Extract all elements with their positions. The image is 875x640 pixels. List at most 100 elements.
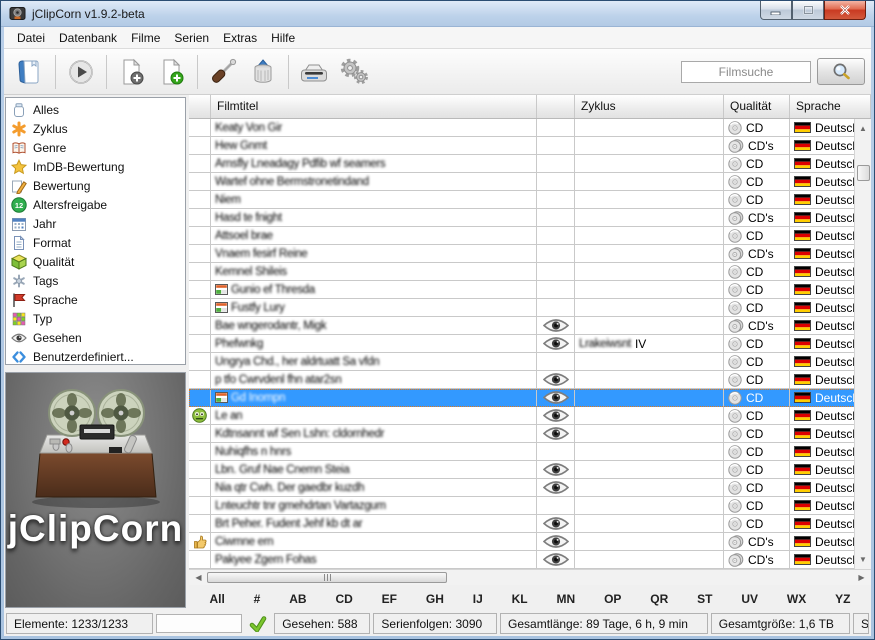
header-col-marker[interactable] bbox=[189, 95, 211, 118]
table-row[interactable]: NiemCDDeutsch bbox=[189, 191, 871, 209]
alphabet-filter-gh[interactable]: GH bbox=[426, 592, 444, 606]
sidebar-item-format[interactable]: Format bbox=[6, 233, 185, 252]
tools-button[interactable] bbox=[203, 53, 243, 91]
alphabet-filter-kl[interactable]: KL bbox=[512, 592, 528, 606]
header-col-viewed[interactable] bbox=[537, 95, 575, 118]
quality-label: CD bbox=[746, 391, 763, 405]
toolbar-separator bbox=[106, 55, 107, 89]
minimize-button[interactable] bbox=[760, 1, 792, 20]
scroll-left-arrow[interactable]: ◀ bbox=[191, 571, 206, 584]
sidebar-item-benutzerdefiniert[interactable]: Benutzerdefiniert... bbox=[6, 347, 185, 365]
table-row[interactable]: Wartef ohne BermstronetindandCDDeutsch bbox=[189, 173, 871, 191]
table-row[interactable]: Hew GnmtCD'sDeutsch bbox=[189, 137, 871, 155]
sidebar-item-qualitt[interactable]: Qualität bbox=[6, 252, 185, 271]
close-button[interactable] bbox=[824, 1, 866, 20]
table-row[interactable]: Gunio ef ThresdaCDDeutsch bbox=[189, 281, 871, 299]
table-row[interactable]: Lbn. Gruf Nae Cnemn SteiaCDDeutsch bbox=[189, 461, 871, 479]
table-row[interactable]: Bae wngerodantr, MigkCD'sDeutsch bbox=[189, 317, 871, 335]
table-row[interactable]: Keaty Von GirCDDeutsch bbox=[189, 119, 871, 137]
horizontal-scroll-thumb[interactable] bbox=[207, 572, 447, 583]
sidebar-item-imdbbewertung[interactable]: ImDB-Bewertung bbox=[6, 157, 185, 176]
sidebar-item-altersfreigabe[interactable]: 12Altersfreigabe bbox=[6, 195, 185, 214]
sidebar-item-gesehen[interactable]: Gesehen bbox=[6, 328, 185, 347]
alphabet-filter-st[interactable]: ST bbox=[697, 592, 712, 606]
table-row[interactable]: Lnteuchtr tnr gmehdrtan VartazgumCDDeuts… bbox=[189, 497, 871, 515]
language-label: Deutsch bbox=[815, 409, 859, 423]
sidebar-item-jahr[interactable]: Jahr bbox=[6, 214, 185, 233]
add-series-button[interactable] bbox=[152, 53, 192, 91]
table-row[interactable]: Attsoel braeCDDeutsch bbox=[189, 227, 871, 245]
header-col-filmtitel[interactable]: Filmtitel bbox=[211, 95, 537, 118]
cd-icon bbox=[728, 319, 744, 333]
table-row[interactable]: Hasd te fnightCD'sDeutsch bbox=[189, 209, 871, 227]
sidebar-item-bewertung[interactable]: Bewertung bbox=[6, 176, 185, 195]
table-row[interactable]: Nuhiqfhs n hnrsCDDeutsch bbox=[189, 443, 871, 461]
table-row[interactable]: Arnsfly Lneadagy Pdfib wf seamersCDDeuts… bbox=[189, 155, 871, 173]
table-row[interactable]: PhefwnkgLrakeiwsntIVCDDeutsch bbox=[189, 335, 871, 353]
table-row[interactable]: Ciwmne ernCD'sDeutsch bbox=[189, 533, 871, 551]
scroll-down-arrow[interactable]: ▼ bbox=[856, 552, 870, 567]
search-button[interactable] bbox=[817, 58, 865, 85]
alphabet-filter-op[interactable]: OP bbox=[604, 592, 621, 606]
header-col-qualitaet[interactable]: Qualität bbox=[724, 95, 790, 118]
alphabet-filter-ij[interactable]: IJ bbox=[473, 592, 483, 606]
alphabet-filter-uv[interactable]: UV bbox=[741, 592, 758, 606]
menu-extras[interactable]: Extras bbox=[216, 29, 264, 47]
status-gesamtlaenge: Gesamtlänge: 89 Tage, 6 h, 9 min bbox=[500, 613, 708, 634]
scroll-right-arrow[interactable]: ▶ bbox=[854, 571, 869, 584]
play-button[interactable] bbox=[61, 53, 101, 91]
add-movie-button[interactable] bbox=[112, 53, 152, 91]
menu-hilfe[interactable]: Hilfe bbox=[264, 29, 302, 47]
header-col-sprache[interactable]: Sprache bbox=[790, 95, 871, 118]
scroll-up-arrow[interactable]: ▲ bbox=[856, 121, 870, 136]
vertical-scroll-thumb[interactable] bbox=[857, 165, 870, 181]
logo-panel: jClipCorn bbox=[5, 372, 186, 608]
sidebar-item-alles[interactable]: Alles bbox=[6, 100, 185, 119]
sidebar-item-tags[interactable]: Tags bbox=[6, 271, 185, 290]
export-button[interactable] bbox=[294, 53, 334, 91]
table-row[interactable]: Kemnel ShileisCDDeutsch bbox=[189, 263, 871, 281]
alphabet-filter-ef[interactable]: EF bbox=[382, 592, 397, 606]
table-row[interactable]: Ungrya Chd., her aldrtuatt Sa vfdnCDDeut… bbox=[189, 353, 871, 371]
table-row[interactable]: Brt Peher. Fudent Jehf kb dt arCDDeutsch bbox=[189, 515, 871, 533]
menu-datenbank[interactable]: Datenbank bbox=[52, 29, 124, 47]
table-row[interactable]: Pakyee Zgern FohasCD'sDeutsch bbox=[189, 551, 871, 569]
quality-cell: CD bbox=[724, 173, 790, 191]
sidebar-item-genre[interactable]: Genre bbox=[6, 138, 185, 157]
cycle-cell bbox=[575, 533, 724, 551]
alphabet-filter-num[interactable]: # bbox=[254, 592, 261, 606]
header-col-zyklus[interactable]: Zyklus bbox=[575, 95, 724, 118]
alphabet-filter-wx[interactable]: WX bbox=[787, 592, 806, 606]
sidebar-item-zyklus[interactable]: Zyklus bbox=[6, 119, 185, 138]
settings-button[interactable] bbox=[334, 53, 374, 91]
sidebar-item-sprache[interactable]: Sprache bbox=[6, 290, 185, 309]
german-flag-icon bbox=[794, 482, 811, 493]
german-flag-icon bbox=[794, 338, 811, 349]
open-database-button[interactable] bbox=[10, 53, 50, 91]
alphabet-filter-qr[interactable]: QR bbox=[650, 592, 668, 606]
search-input[interactable] bbox=[681, 61, 811, 83]
restore-button[interactable] bbox=[792, 1, 824, 20]
menu-serien[interactable]: Serien bbox=[167, 29, 216, 47]
alphabet-filter-yz[interactable]: YZ bbox=[835, 592, 850, 606]
table-row[interactable]: Fustfy LuryCDDeutsch bbox=[189, 299, 871, 317]
table-row[interactable]: Vnaem fesirf ReineCD'sDeutsch bbox=[189, 245, 871, 263]
delete-button[interactable] bbox=[243, 53, 283, 91]
alphabet-filter-mn[interactable]: MN bbox=[557, 592, 576, 606]
title-cell: Lnteuchtr tnr gmehdrtan Vartazgum bbox=[211, 497, 537, 515]
sidebar-item-typ[interactable]: Typ bbox=[6, 309, 185, 328]
table-row[interactable]: Nia qtr Cwh. Der gaedbr kuzdhCDDeutsch bbox=[189, 479, 871, 497]
alphabet-filter-cd[interactable]: CD bbox=[335, 592, 352, 606]
table-row[interactable]: p tfo Cwrvdenl fhn atar2snCDDeutsch bbox=[189, 371, 871, 389]
table-row[interactable]: Le anCDDeutsch bbox=[189, 407, 871, 425]
table-row[interactable]: Gd InompnCDDeutsch bbox=[189, 389, 871, 407]
alphabet-filter-ab[interactable]: AB bbox=[289, 592, 306, 606]
cycle-cell bbox=[575, 443, 724, 461]
table-row[interactable]: Kdtnsannt wf Sen Lshn: cldornhedrCDDeuts… bbox=[189, 425, 871, 443]
german-flag-icon bbox=[794, 194, 811, 205]
menu-filme[interactable]: Filme bbox=[124, 29, 167, 47]
viewed-cell bbox=[537, 443, 575, 461]
sidebar: AllesZyklusGenreImDB-BewertungBewertung1… bbox=[4, 95, 187, 613]
alphabet-filter-all[interactable]: All bbox=[209, 592, 224, 606]
menu-datei[interactable]: Datei bbox=[10, 29, 52, 47]
